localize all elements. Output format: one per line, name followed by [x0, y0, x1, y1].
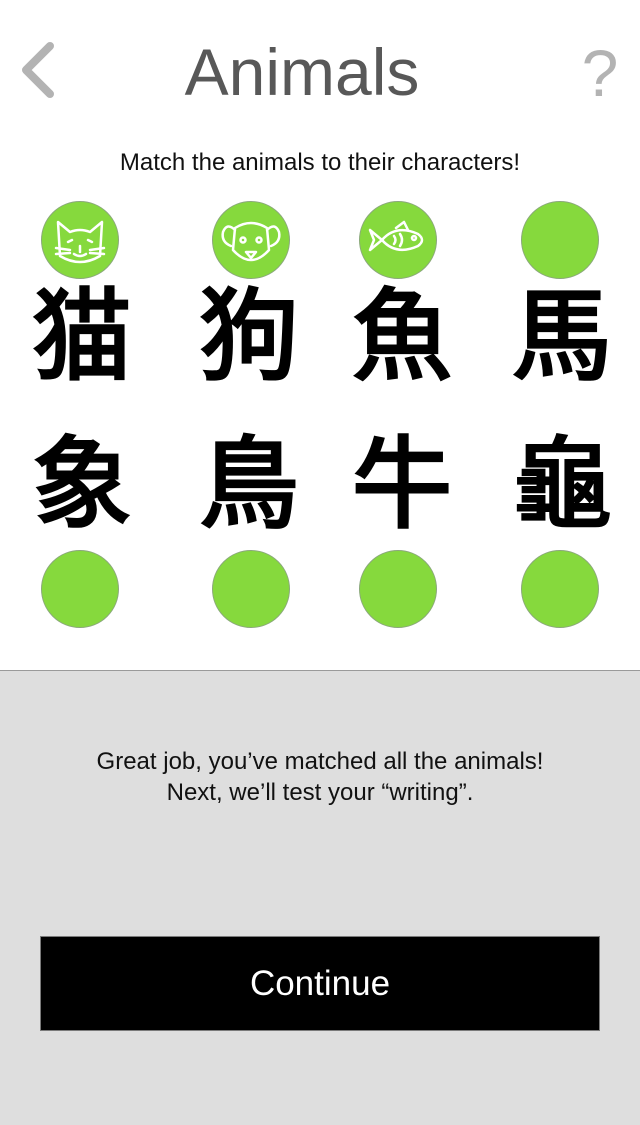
instruction-text: Match the animals to their characters!: [119, 149, 521, 176]
kanji-dog[interactable]: 狗: [194, 282, 304, 392]
result-message: Great job, you’ve matched all the animal…: [0, 746, 640, 808]
kanji-turtle[interactable]: 龜: [507, 430, 617, 540]
continue-button[interactable]: Continue: [40, 936, 600, 1031]
animal-dot-elephant[interactable]: [41, 550, 119, 628]
animal-dot-cat[interactable]: [41, 201, 119, 279]
animal-dot-horse[interactable]: [521, 201, 599, 279]
header: Animals ?: [0, 0, 640, 140]
animal-dot-cow[interactable]: [359, 550, 437, 628]
animal-dot-fish[interactable]: [359, 201, 437, 279]
animal-dot-turtle[interactable]: [521, 550, 599, 628]
animal-dot-bird[interactable]: [212, 550, 290, 628]
kanji-cat[interactable]: 猫: [27, 282, 137, 392]
kanji-cow[interactable]: 牛: [347, 430, 457, 540]
page-title: Animals: [184, 35, 420, 109]
kanji-fish[interactable]: 魚: [347, 282, 457, 392]
result-message-line2: Next, we’ll test your “writing”.: [166, 779, 474, 806]
fish-icon: [368, 220, 424, 252]
dog-icon: [221, 221, 281, 262]
result-message-line1: Great job, you’ve matched all the animal…: [96, 748, 544, 775]
animal-dot-dog[interactable]: [212, 201, 290, 279]
result-panel: Great job, you’ve matched all the animal…: [0, 670, 640, 1125]
kanji-bird[interactable]: 鳥: [194, 430, 304, 540]
cat-icon: [54, 220, 106, 264]
kanji-horse[interactable]: 馬: [507, 282, 617, 392]
kanji-elephant[interactable]: 象: [27, 430, 137, 540]
help-button[interactable]: ?: [570, 38, 630, 108]
